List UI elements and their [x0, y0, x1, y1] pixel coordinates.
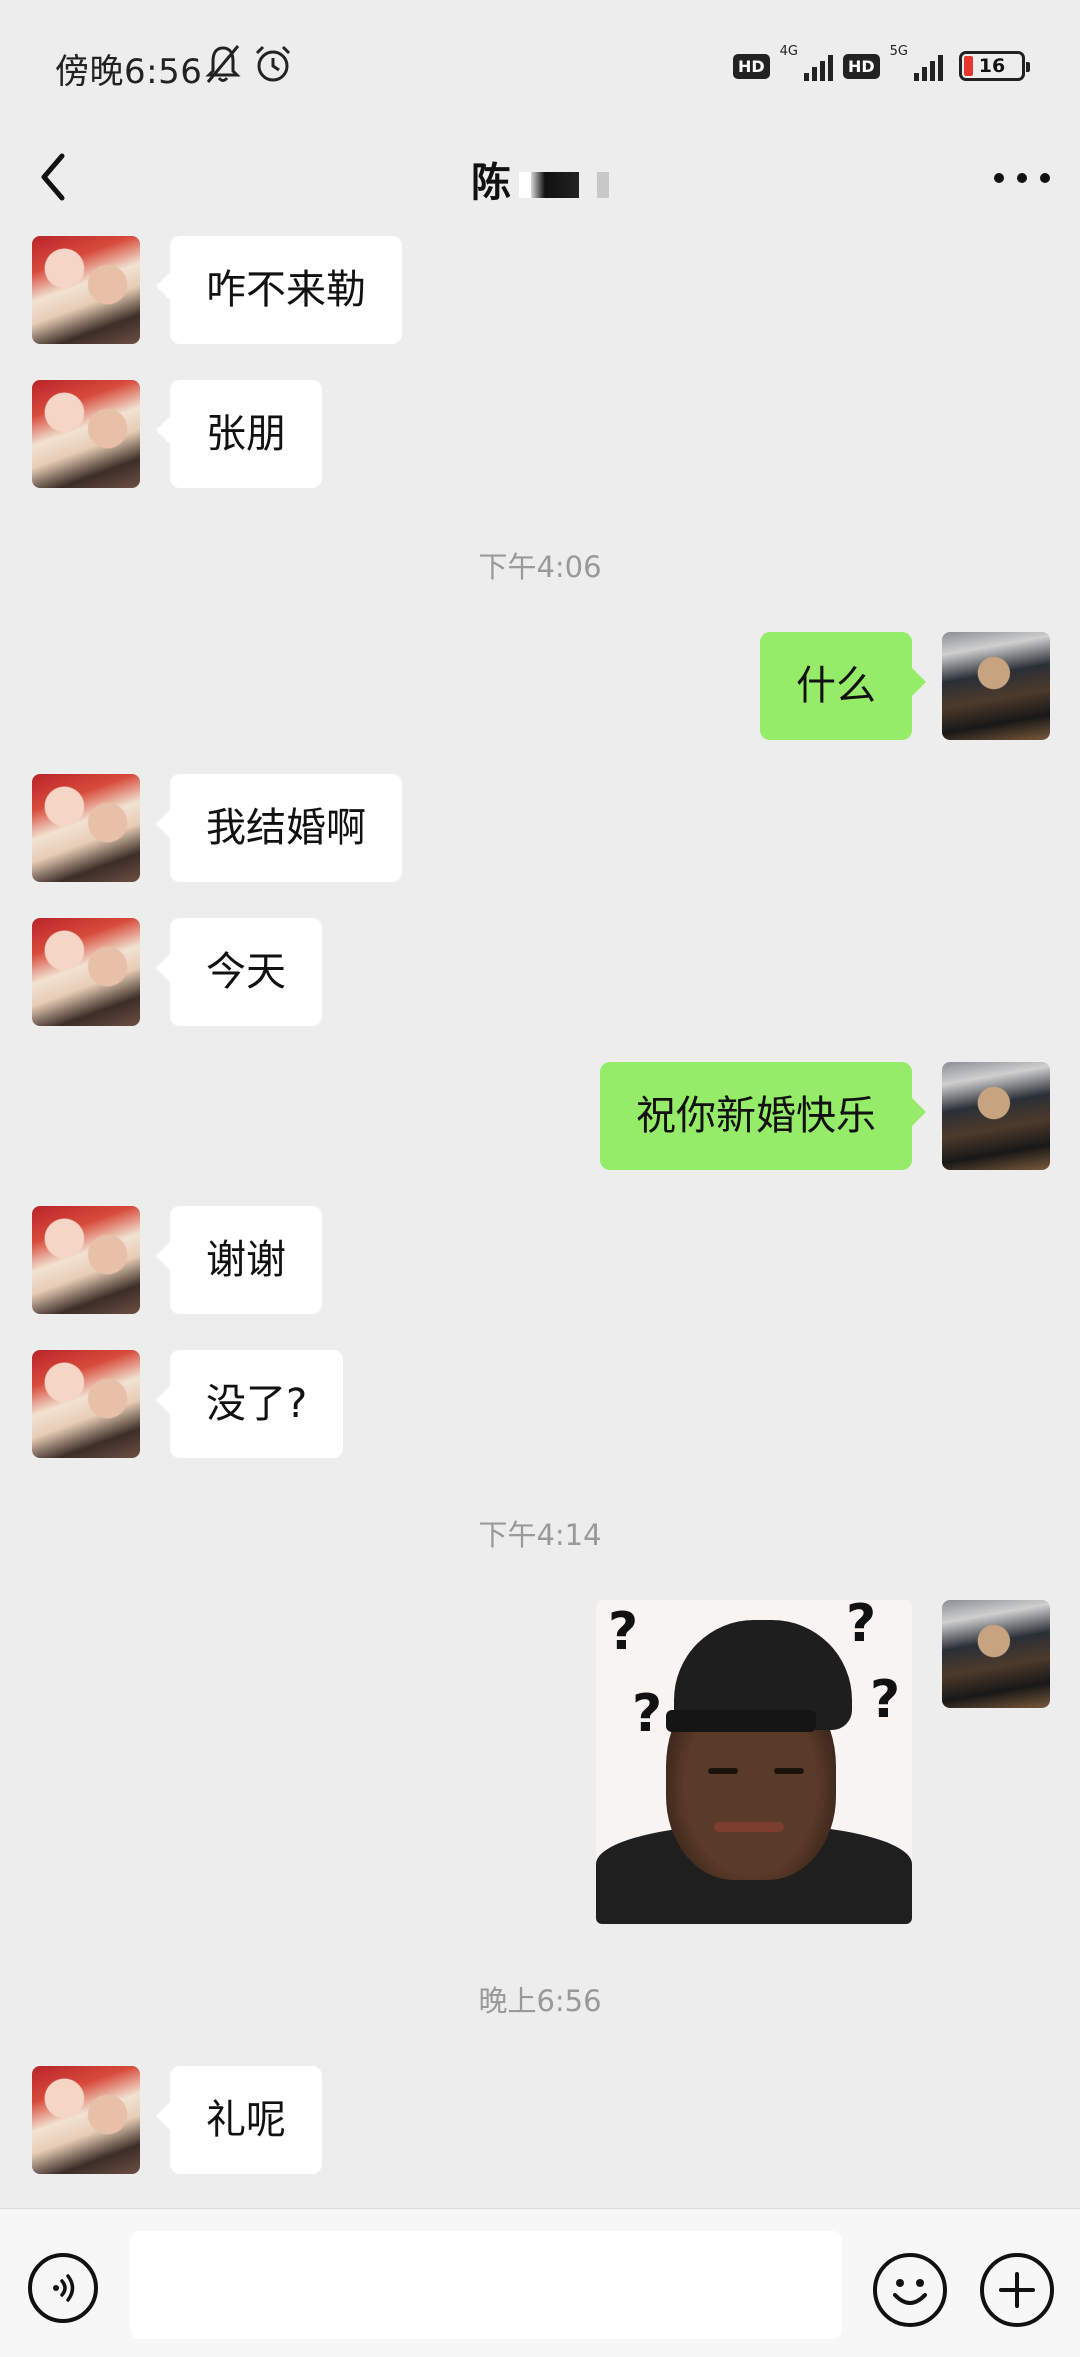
bell-off-icon: [205, 45, 241, 83]
question-mark: ?: [608, 1602, 639, 1662]
hd-badge-2: HD: [842, 53, 880, 79]
sticker-eye: [774, 1768, 804, 1774]
self-avatar[interactable]: [942, 1600, 1050, 1708]
plus-icon: [999, 2272, 1035, 2308]
friend-avatar[interactable]: [32, 1350, 140, 1458]
chat-header: 陈: [0, 130, 1080, 230]
message-bubble-incoming[interactable]: 我结婚啊: [156, 774, 402, 882]
question-mark: ?: [632, 1684, 663, 1744]
message-bubble-incoming[interactable]: 张朋: [156, 380, 322, 488]
message-bubble-incoming[interactable]: 没了?: [155, 1350, 344, 1458]
more-dot: [994, 173, 1004, 183]
timestamp: 下午4:14: [478, 1518, 602, 1552]
hd-badge: HD: [732, 53, 770, 79]
timestamp: 晚上6:56: [478, 1984, 602, 2018]
friend-avatar[interactable]: [32, 2066, 140, 2174]
voice-button[interactable]: [28, 2253, 98, 2323]
self-avatar[interactable]: [942, 1062, 1050, 1170]
sticker-message[interactable]: ? ? ? ?: [596, 1600, 912, 1924]
battery-icon: 16: [959, 51, 1030, 81]
plus-button[interactable]: [980, 2253, 1054, 2327]
chat-title: 陈: [0, 150, 1080, 208]
chat-title-text: 陈: [471, 160, 511, 206]
sticker-mouth: [714, 1822, 784, 1832]
input-bar: [0, 2208, 1080, 2357]
status-bar: 傍晚6:56 HD 4G HD 5G 16: [0, 0, 1080, 130]
message-bubble-incoming[interactable]: 今天: [156, 918, 322, 1026]
message-bubble-incoming[interactable]: 礼呢: [156, 2066, 322, 2174]
more-button[interactable]: [994, 160, 1050, 196]
message-bubble-outgoing[interactable]: 什么: [760, 632, 926, 740]
status-indicators: HD 4G HD 5G 16: [732, 44, 1030, 84]
signal-icon-2: [914, 51, 943, 81]
sticker-eye: [708, 1768, 738, 1774]
signal-icon: [803, 51, 833, 81]
network-type-4g: 4G: [779, 44, 798, 59]
message-bubble-incoming[interactable]: 咋不来勒: [156, 236, 402, 344]
emoji-button[interactable]: [873, 2253, 947, 2327]
friend-avatar[interactable]: [32, 380, 140, 488]
friend-avatar[interactable]: [32, 1206, 140, 1314]
network-type-5g: 5G: [889, 44, 908, 59]
more-dot: [1017, 173, 1027, 183]
more-dot: [1040, 173, 1050, 183]
friend-avatar[interactable]: [32, 236, 140, 344]
title-redaction: [519, 172, 609, 198]
friend-avatar[interactable]: [32, 918, 140, 1026]
voice-icon: [53, 2274, 75, 2302]
friend-avatar[interactable]: [32, 774, 140, 882]
battery-level: 16: [978, 55, 1006, 77]
timestamp: 下午4:06: [478, 550, 602, 584]
message-bubble-incoming[interactable]: 谢谢: [156, 1206, 322, 1314]
question-mark: ?: [870, 1670, 901, 1730]
question-mark: ?: [846, 1600, 877, 1654]
emoji-icon: [893, 2279, 927, 2305]
sticker-cap-brim: [666, 1710, 816, 1732]
self-avatar[interactable]: [942, 632, 1050, 740]
battery-tip: [1026, 62, 1030, 72]
status-time: 傍晚6:56: [55, 52, 203, 92]
alarm-icon: [255, 45, 291, 82]
message-bubble-outgoing[interactable]: 祝你新婚快乐: [600, 1062, 926, 1170]
message-input[interactable]: [130, 2231, 842, 2339]
